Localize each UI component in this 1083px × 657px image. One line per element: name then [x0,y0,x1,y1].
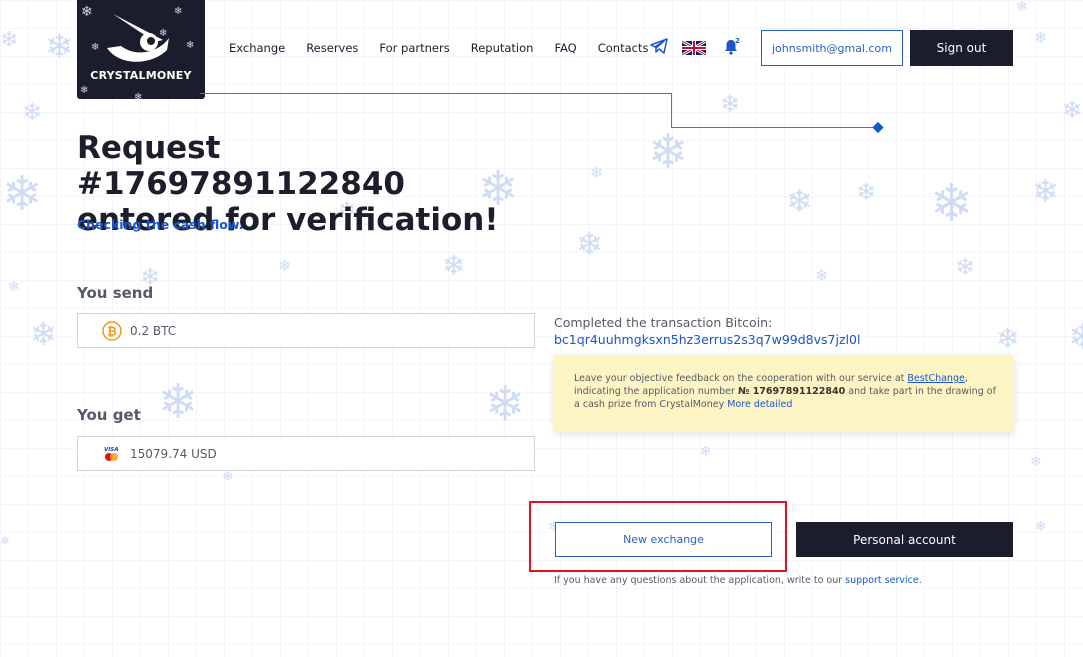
account-email-button[interactable]: johnsmith@gmal.com [761,30,903,66]
support-service-link[interactable]: support service [845,575,919,586]
notice-text-1: Leave your objective feedback on the coo… [574,373,908,384]
support-note-end: . [918,575,922,586]
get-amount: 15079.74 USD [130,446,217,461]
nav-for-partners[interactable]: For partners [379,41,449,55]
new-exchange-button[interactable]: New exchange [555,522,772,557]
svg-text:VISA: VISA [104,447,119,453]
telegram-icon[interactable] [650,38,668,54]
bestchange-link[interactable]: BestChange [907,373,964,384]
brand-name: CRYSTALMONEY [90,69,192,82]
visa-mastercard-icon: VISA [102,444,122,464]
uk-flag-icon[interactable] [682,41,706,55]
nav-faq[interactable]: FAQ [554,41,576,55]
nav-exchange[interactable]: Exchange [229,41,285,55]
support-note-text: If you have any questions about the appl… [554,575,846,586]
more-detailed-link[interactable]: More detailed [727,399,792,410]
support-note: If you have any questions about the appl… [554,575,922,586]
application-number: № 17697891122840 [737,386,846,397]
nav-contacts[interactable]: Contacts [598,41,649,55]
bitcoin-icon: ₿ [102,320,122,341]
send-field: ₿ 0.2 BTC [77,313,535,348]
send-label: You send [77,284,154,302]
get-label: You get [77,406,141,424]
transaction-hash[interactable]: bc1qr4uuhmgksxn5hz3errus2s3q7w99d8vs7jzl… [554,332,860,347]
eye-logo-icon [107,14,169,62]
page-title-line1: Request #17697891122840 [77,130,405,202]
sign-out-button[interactable]: Sign out [910,30,1013,66]
send-amount: 0.2 BTC [130,323,177,338]
status-message: Checking the cash flow. [77,217,244,232]
main-nav: Exchange Reserves For partners Reputatio… [229,41,669,55]
notification-count: 2 [735,37,740,45]
get-field: VISA 15079.74 USD [77,436,535,471]
nav-reputation[interactable]: Reputation [471,41,534,55]
svg-text:₿: ₿ [107,324,117,338]
personal-account-button[interactable]: Personal account [796,522,1013,557]
crystalmoney-logo[interactable]: ❄ ❄ ❄ ❄ ❄ ❄ ❄ CRYSTALMONEY [77,0,205,103]
transaction-label: Completed the transaction Bitcoin: [554,315,773,330]
feedback-notice: Leave your objective feedback on the coo… [554,355,1014,432]
nav-reserves[interactable]: Reserves [306,41,358,55]
